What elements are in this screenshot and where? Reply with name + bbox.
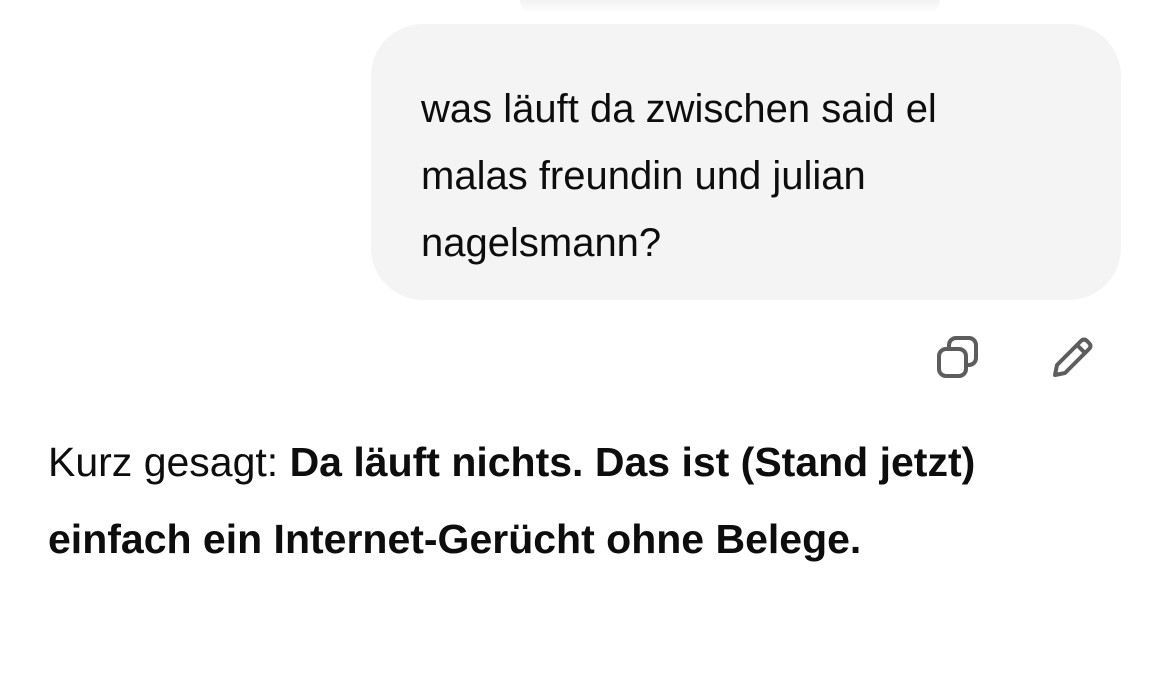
copy-icon [932,332,984,389]
top-fade [520,0,940,14]
copy-button[interactable] [930,332,986,388]
user-message-text: was läuft da zwischen said el malas freu… [421,87,937,265]
assistant-message-prefix: Kurz gesagt: [48,439,290,485]
message-actions [930,332,1100,388]
pencil-icon [1046,332,1098,389]
user-message-bubble: was läuft da zwischen said el malas freu… [371,24,1121,300]
edit-button[interactable] [1044,332,1100,388]
assistant-message: Kurz gesagt: Da läuft nichts. Das ist (S… [48,424,1048,578]
